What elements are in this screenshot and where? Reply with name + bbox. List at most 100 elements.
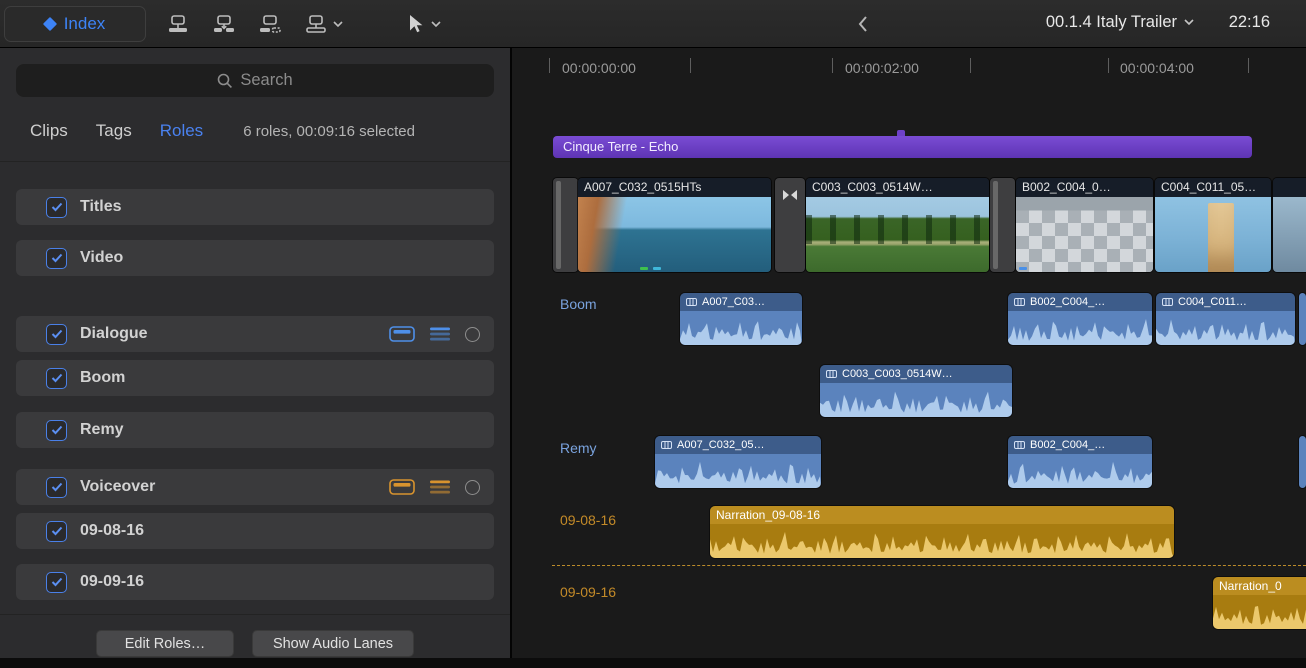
video-clip-name [1273, 178, 1306, 197]
timeline: 00:00:00:00 00:00:02:00 00:00:04:00 Cinq… [512, 48, 1306, 658]
narration-clip[interactable]: Narration_0 [1213, 577, 1306, 629]
transition-clip[interactable] [553, 178, 578, 272]
checkbox-checked[interactable] [46, 477, 67, 498]
role-row-dialogue[interactable]: Dialogue [16, 316, 494, 352]
audio-waveform [1008, 317, 1152, 345]
video-clip[interactable]: C004_C011_05… [1155, 178, 1271, 272]
video-clip[interactable]: C003_C003_0514W… [806, 178, 989, 272]
video-clip[interactable]: B002_C004_0… [1016, 178, 1153, 272]
focus-lines-icon[interactable] [430, 480, 450, 494]
transition-clip[interactable] [990, 178, 1015, 272]
overwrite-clip-icon[interactable] [304, 14, 343, 34]
audio-clip[interactable]: A007_C032_05… [655, 436, 821, 488]
role-label: Boom [80, 369, 125, 387]
connect-clip-icon[interactable] [166, 14, 190, 34]
role-row-09-08-16[interactable]: 09-08-16 [16, 513, 494, 549]
checkbox-checked[interactable] [46, 572, 67, 593]
lane-label-remy: Remy [560, 440, 597, 456]
index-tabs: Clips Tags Roles 6 roles, 00:09:16 selec… [30, 114, 500, 148]
audio-clip-partial[interactable] [1299, 293, 1306, 345]
focus-lines-icon[interactable] [430, 327, 450, 341]
role-controls [389, 479, 480, 495]
audio-clip[interactable]: C003_C003_0514W… [820, 365, 1012, 417]
checkbox-checked[interactable] [46, 248, 67, 269]
video-clip-partial[interactable] [1273, 178, 1306, 272]
tab-roles[interactable]: Roles [160, 121, 203, 141]
clip-marker [640, 267, 648, 270]
insert-clip-icon[interactable] [212, 14, 236, 34]
video-clip[interactable]: A007_C032_0515HTs [578, 178, 771, 272]
checkbox-checked[interactable] [46, 420, 67, 441]
audio-clip-partial[interactable] [1299, 436, 1306, 488]
transition-clip[interactable] [775, 178, 805, 272]
audio-clip-name: Narration_0 [1219, 579, 1282, 593]
role-row-remy[interactable]: Remy [16, 412, 494, 448]
title-clip[interactable]: Cinque Terre - Echo [553, 136, 1252, 158]
checkbox-checked[interactable] [46, 368, 67, 389]
ruler-label: 00:00:00:00 [562, 60, 636, 76]
audio-waveform [820, 389, 1012, 417]
audio-waveform [1213, 601, 1306, 629]
audio-clip-header: Narration_09-08-16 [710, 506, 1174, 524]
role-label: Video [80, 249, 123, 267]
divider [0, 161, 510, 162]
checkbox-checked[interactable] [46, 324, 67, 345]
solo-radio[interactable] [465, 327, 480, 342]
search-icon [217, 73, 233, 89]
role-row-titles[interactable]: Titles [16, 189, 494, 225]
chevron-down-icon [333, 21, 343, 28]
solo-radio[interactable] [465, 480, 480, 495]
clip-marker [653, 267, 661, 270]
audio-clip[interactable]: C004_C011… [1156, 293, 1295, 345]
audio-clip-header: C003_C003_0514W… [820, 365, 1012, 383]
timeline-index-panel: Search Clips Tags Roles 6 roles, 00:09:1… [0, 48, 510, 658]
audio-lanes-icon[interactable] [389, 479, 415, 495]
title-clip-name: Cinque Terre - Echo [563, 139, 678, 154]
checkbox-checked[interactable] [46, 197, 67, 218]
role-row-boom[interactable]: Boom [16, 360, 494, 396]
audio-waveform [1008, 460, 1152, 488]
project-menu[interactable]: 00.1.4 Italy Trailer [1046, 13, 1194, 32]
audio-clip-name: C003_C003_0514W… [842, 368, 953, 380]
video-clip-name: A007_C032_0515HTs [578, 178, 771, 197]
append-clip-icon[interactable] [258, 14, 282, 34]
pointer-tool-button[interactable] [406, 0, 441, 48]
video-clip-name: C004_C011_05… [1155, 178, 1271, 197]
role-label: 09-09-16 [80, 573, 144, 591]
audio-clip[interactable]: B002_C004_… [1008, 436, 1152, 488]
ruler-tick [1108, 58, 1109, 73]
audio-clip[interactable]: A007_C03… [680, 293, 802, 345]
index-toggle-button[interactable]: Index [4, 6, 146, 42]
audio-waveform [1156, 317, 1295, 345]
role-row-video[interactable]: Video [16, 240, 494, 276]
edit-handle [556, 181, 561, 269]
edit-roles-button[interactable]: Edit Roles… [96, 630, 234, 657]
audio-clip[interactable]: B002_C004_… [1008, 293, 1152, 345]
chevron-left-icon[interactable] [858, 15, 868, 38]
audio-lanes-icon[interactable] [389, 326, 415, 342]
tab-tags[interactable]: Tags [96, 121, 132, 141]
search-input[interactable]: Search [16, 64, 494, 97]
filmstrip-icon [686, 298, 697, 306]
chevron-down-icon [431, 21, 441, 28]
filmstrip-icon [1162, 298, 1173, 306]
audio-clip-name: A007_C032_05… [677, 439, 764, 451]
role-row-09-09-16[interactable]: 09-09-16 [16, 564, 494, 600]
clip-thumbnail [578, 197, 771, 272]
show-audio-lanes-button[interactable]: Show Audio Lanes [252, 630, 414, 657]
audio-clip-name: C004_C011… [1178, 296, 1247, 308]
lane-label-09-09-16: 09-09-16 [560, 584, 616, 600]
audio-waveform [680, 317, 802, 345]
audio-clip-header: B002_C004_… [1008, 293, 1152, 311]
audio-clip-header: C004_C011… [1156, 293, 1295, 311]
role-controls [389, 326, 480, 342]
app-window: Index [0, 0, 1306, 668]
checkbox-checked[interactable] [46, 521, 67, 542]
role-row-voiceover[interactable]: Voiceover [16, 469, 494, 505]
role-label: 09-08-16 [80, 522, 144, 540]
tab-clips[interactable]: Clips [30, 121, 68, 141]
transition-icon [782, 188, 798, 206]
clip-thumbnail [806, 197, 989, 272]
narration-clip[interactable]: Narration_09-08-16 [710, 506, 1174, 558]
role-label: Dialogue [80, 325, 148, 343]
